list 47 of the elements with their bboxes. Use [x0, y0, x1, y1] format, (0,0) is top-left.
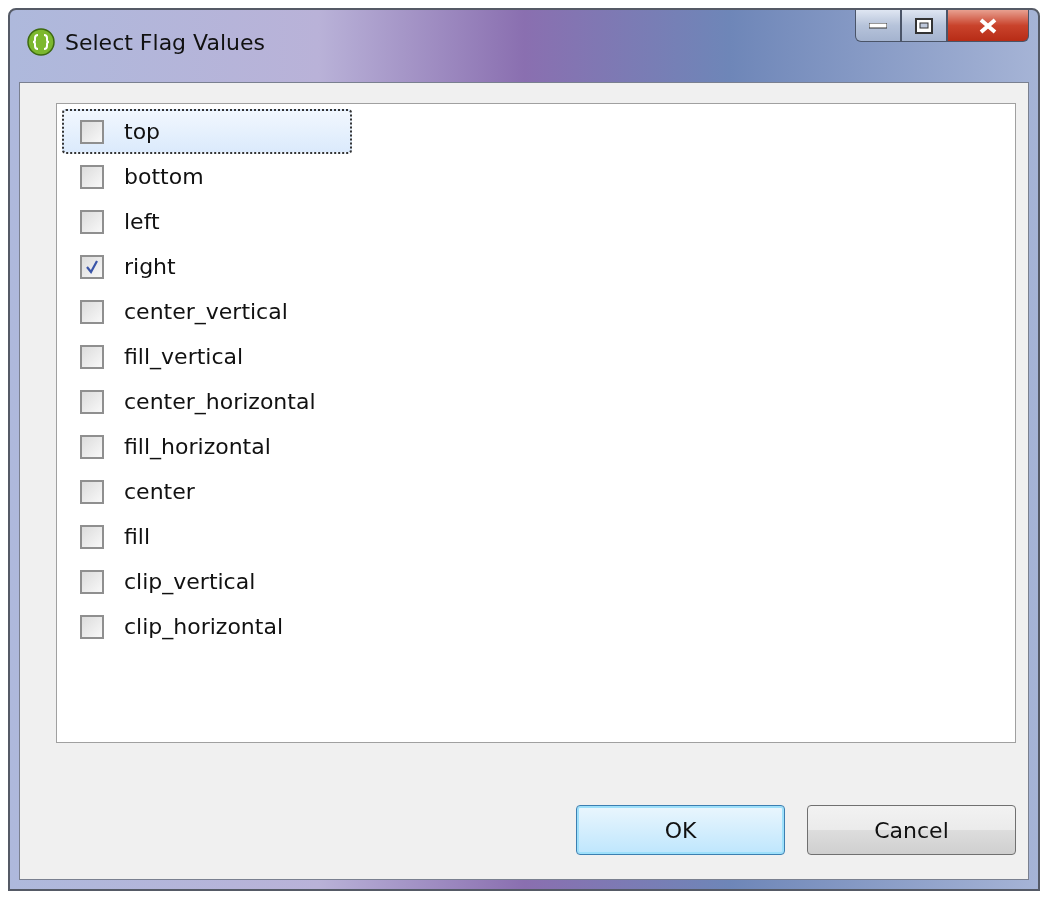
ok-button[interactable]: OK — [576, 805, 785, 855]
list-item[interactable]: bottom — [62, 154, 206, 199]
checkbox[interactable] — [80, 119, 104, 144]
list-item[interactable]: center_vertical — [62, 289, 290, 334]
flag-label: center_horizontal — [124, 389, 316, 414]
list-item[interactable]: center_horizontal — [62, 379, 318, 424]
list-item[interactable]: clip_horizontal — [62, 604, 286, 649]
minimize-button[interactable] — [855, 10, 901, 42]
checkbox[interactable] — [80, 254, 104, 279]
checkbox[interactable] — [80, 434, 104, 459]
window-title: Select Flag Values — [65, 30, 266, 55]
flag-label: center_vertical — [124, 299, 288, 324]
list-item[interactable]: clip_vertical — [62, 559, 258, 604]
maximize-icon — [915, 17, 933, 34]
checkbox[interactable] — [80, 524, 104, 549]
flag-label: fill_vertical — [124, 344, 244, 369]
braces-icon — [27, 28, 55, 56]
close-icon — [978, 17, 998, 34]
flag-label: left — [124, 209, 160, 234]
list-item[interactable]: right — [62, 244, 178, 289]
list-item[interactable]: top — [62, 109, 352, 154]
flag-label: fill_horizontal — [124, 434, 271, 459]
checkbox[interactable] — [80, 614, 104, 639]
list-item[interactable]: fill_vertical — [62, 334, 246, 379]
minimize-icon — [869, 22, 887, 29]
list-item[interactable]: center — [62, 469, 197, 514]
checkbox[interactable] — [80, 389, 104, 414]
checkbox[interactable] — [80, 209, 104, 234]
list-item[interactable]: fill_horizontal — [62, 424, 273, 469]
checkbox[interactable] — [80, 479, 104, 504]
checkbox[interactable] — [80, 299, 104, 324]
flag-label: top — [124, 119, 161, 144]
list-item[interactable]: fill — [62, 514, 153, 559]
flag-label: center — [124, 479, 195, 504]
checkbox[interactable] — [80, 164, 104, 189]
cancel-button[interactable]: Cancel — [807, 805, 1016, 855]
flag-label: fill — [124, 524, 151, 549]
flag-label: clip_horizontal — [124, 614, 284, 639]
flag-label: clip_vertical — [124, 569, 256, 594]
flag-label: bottom — [124, 164, 204, 189]
flag-label: right — [124, 254, 176, 279]
checkbox[interactable] — [80, 344, 104, 369]
maximize-button[interactable] — [901, 10, 947, 42]
close-button[interactable] — [947, 10, 1029, 42]
checkmark-icon — [85, 259, 99, 274]
checkbox[interactable] — [80, 569, 104, 594]
list-item[interactable]: left — [62, 199, 162, 244]
